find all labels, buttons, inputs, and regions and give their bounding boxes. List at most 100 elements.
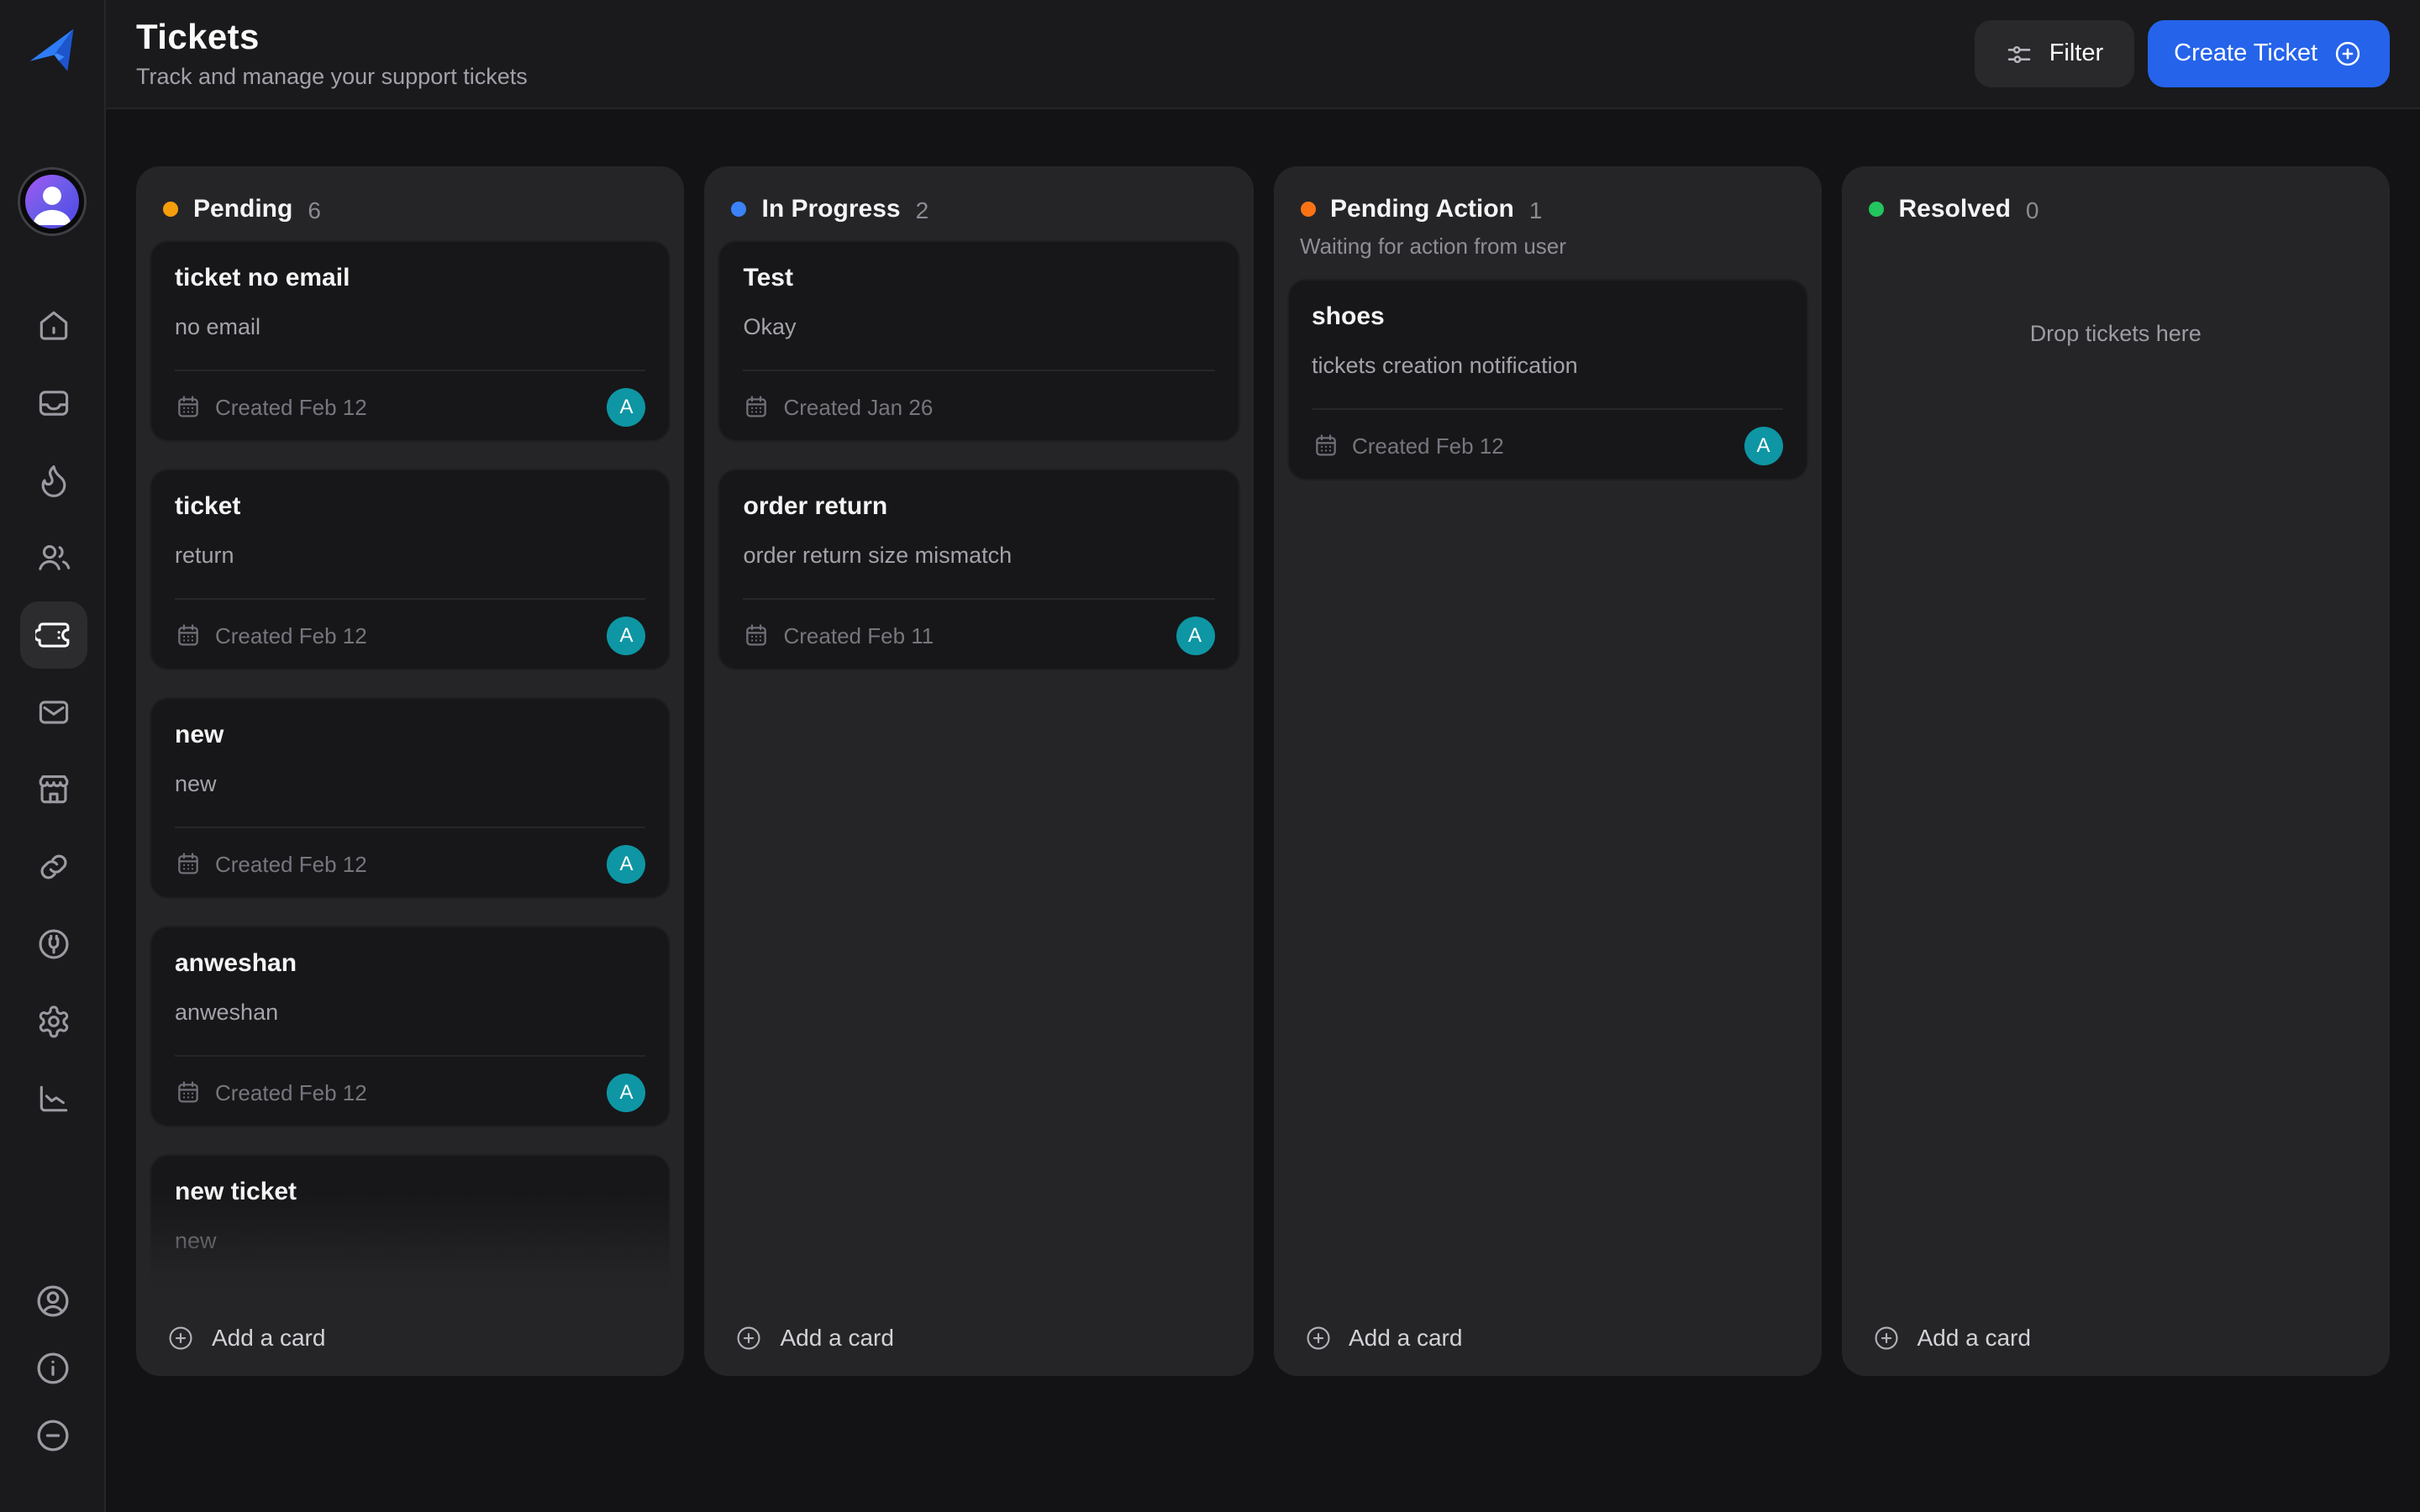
- add-card-button[interactable]: Add a card: [150, 1299, 671, 1376]
- sidebar-footer-nav: [0, 1267, 106, 1468]
- ticket-title: Test: [744, 264, 1215, 292]
- status-dot-icon: [163, 202, 178, 217]
- ticket-created-date: Created Feb 12: [1352, 433, 1504, 458]
- column-count: 0: [2026, 196, 2039, 223]
- sidebar-item-chart-line[interactable]: [14, 1060, 92, 1137]
- sidebar-item-gear[interactable]: [14, 983, 92, 1060]
- sidebar: [0, 0, 106, 1512]
- ticket-card[interactable]: ticket no email no email Created Feb 12 …: [150, 240, 671, 442]
- ticket-card[interactable]: ticket return Created Feb 12 A: [150, 469, 671, 670]
- ticket-icon: [34, 617, 71, 654]
- sidebar-item-user-circle[interactable]: [14, 1267, 92, 1334]
- assignee-avatar: A: [608, 387, 646, 426]
- sidebar-item-store[interactable]: [14, 751, 92, 828]
- divider: [744, 598, 1215, 600]
- ticket-title: order return: [744, 492, 1215, 521]
- sidebar-item-users[interactable]: [14, 519, 92, 596]
- ticket-description: no email: [175, 314, 646, 339]
- card-list: Drop tickets here: [1855, 234, 2377, 1362]
- store-icon: [34, 771, 71, 808]
- ticket-description: new: [175, 771, 646, 796]
- assignee-avatar: A: [608, 844, 646, 883]
- sidebar-item-flame[interactable]: [14, 442, 92, 519]
- add-card-button[interactable]: Add a card: [718, 1299, 1240, 1376]
- sidebar-item-home[interactable]: [14, 287, 92, 365]
- ticket-card-footer: Created Jan 26: [744, 386, 1215, 427]
- status-dot-icon: [1300, 202, 1315, 217]
- add-card-button[interactable]: Add a card: [1286, 1299, 1808, 1376]
- ticket-title: new: [175, 721, 646, 749]
- ticket-created-date: Created Jan 26: [784, 394, 934, 419]
- ticket-card-footer: Created Feb 12 A: [1312, 425, 1783, 465]
- users-icon: [34, 539, 71, 576]
- calendar-icon: [175, 393, 202, 420]
- divider: [744, 370, 1215, 371]
- ticket-created-date: Created Feb 12: [215, 1079, 367, 1105]
- column-header: Pending Action 1: [1286, 180, 1808, 234]
- calendar-icon: [175, 850, 202, 877]
- kanban-column: Resolved 0 Drop tickets here Add a card: [1842, 166, 2391, 1376]
- kanban-column: Pending Action 1 Waiting for action from…: [1273, 166, 1822, 1376]
- sidebar-item-inbox[interactable]: [14, 365, 92, 442]
- ticket-card[interactable]: Test Okay Created Jan 26: [718, 240, 1240, 442]
- sidebar-item-plug-circle[interactable]: [14, 906, 92, 983]
- ticket-card[interactable]: order return order return size mismatch …: [718, 469, 1240, 670]
- card-list: ticket no email no email Created Feb 12 …: [150, 234, 671, 1362]
- sliders-icon: [2006, 39, 2034, 68]
- gear-icon: [34, 1003, 71, 1040]
- create-ticket-label: Create Ticket: [2174, 40, 2317, 67]
- sidebar-item-link[interactable]: [14, 828, 92, 906]
- filter-button[interactable]: Filter: [1975, 20, 2133, 87]
- column-count: 1: [1529, 196, 1543, 223]
- plus-circle-icon: [1303, 1323, 1332, 1352]
- ticket-title: new ticket: [175, 1178, 646, 1206]
- kanban-board: Pending 6 ticket no email no email Creat…: [106, 109, 2420, 1512]
- ticket-description: order return size mismatch: [744, 543, 1215, 568]
- ticket-description: tickets creation notification: [1312, 353, 1783, 378]
- divider: [175, 1055, 646, 1057]
- app-window: Tickets Track and manage your support ti…: [0, 0, 2420, 1512]
- page-header: Tickets Track and manage your support ti…: [106, 0, 2420, 109]
- divider: [175, 827, 646, 828]
- app-logo-paper-plane-icon[interactable]: [24, 22, 81, 79]
- ticket-created-date: Created Feb 12: [215, 622, 367, 648]
- info-circle-icon: [34, 1348, 72, 1387]
- assignee-avatar: A: [1744, 426, 1783, 465]
- ticket-card[interactable]: shoes tickets creation notification Crea…: [1286, 279, 1808, 480]
- ticket-card-footer: Created Feb 12 A: [175, 386, 646, 427]
- assignee-avatar: A: [608, 1073, 646, 1111]
- ticket-description: Okay: [744, 314, 1215, 339]
- ticket-title: anweshan: [175, 949, 646, 978]
- add-card-button[interactable]: Add a card: [1855, 1299, 2377, 1376]
- sidebar-item-minus-circle[interactable]: [14, 1401, 92, 1468]
- divider: [175, 598, 646, 600]
- column-title: Pending: [193, 195, 292, 223]
- ticket-card[interactable]: new new Created Feb 12 A: [150, 697, 671, 899]
- ticket-title: shoes: [1312, 302, 1783, 331]
- sidebar-item-info-circle[interactable]: [14, 1334, 92, 1401]
- status-dot-icon: [1869, 202, 1884, 217]
- plug-circle-icon: [34, 926, 71, 963]
- flame-icon: [34, 462, 71, 499]
- ticket-card-footer: Created Feb 12 A: [175, 615, 646, 655]
- column-count: 2: [916, 196, 929, 223]
- kanban-column: In Progress 2 Test Okay Created Jan 26 o…: [705, 166, 1254, 1376]
- ticket-title: ticket no email: [175, 264, 646, 292]
- inbox-icon: [34, 385, 71, 422]
- column-subtitle: Waiting for action from user: [1286, 234, 1808, 272]
- ticket-description: new: [175, 1228, 646, 1253]
- empty-drop-label: Drop tickets here: [1855, 321, 2377, 346]
- plus-circle-icon: [2333, 39, 2363, 69]
- divider: [175, 1284, 646, 1285]
- plus-circle-icon: [735, 1323, 764, 1352]
- card-list: Test Okay Created Jan 26 order return or…: [718, 234, 1240, 1362]
- user-avatar[interactable]: [20, 170, 84, 234]
- link-icon: [34, 848, 71, 885]
- sidebar-item-ticket[interactable]: [14, 596, 92, 674]
- ticket-card[interactable]: anweshan anweshan Created Feb 12 A: [150, 926, 671, 1127]
- add-card-label: Add a card: [1918, 1324, 2031, 1351]
- ticket-card-footer: Created Feb 12 A: [175, 1072, 646, 1112]
- sidebar-item-mail[interactable]: [14, 674, 92, 751]
- column-title: Resolved: [1899, 195, 2011, 223]
- create-ticket-button[interactable]: Create Ticket: [2147, 20, 2390, 87]
